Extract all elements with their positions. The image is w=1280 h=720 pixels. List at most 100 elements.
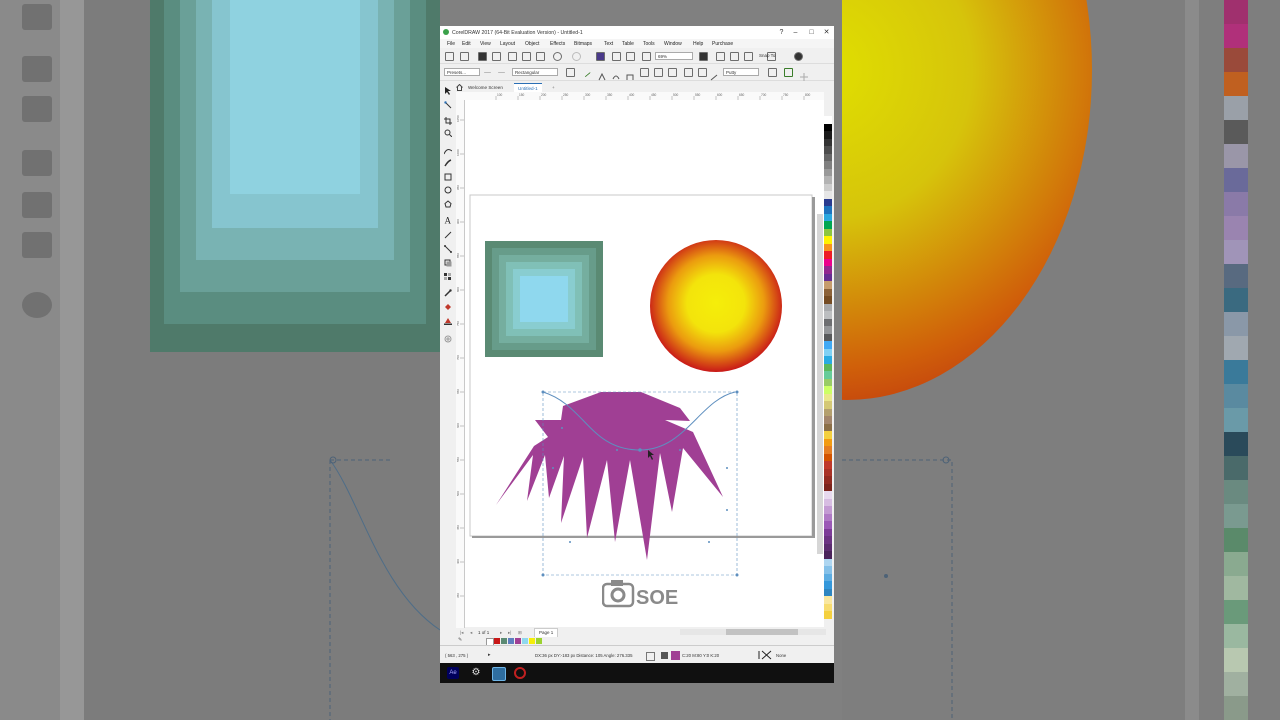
import-icon[interactable] xyxy=(612,52,621,61)
menu-object[interactable]: Object xyxy=(525,41,539,47)
options-gear-icon[interactable] xyxy=(794,52,803,61)
add-preset-icon[interactable] xyxy=(484,72,491,73)
envelope-unconstrained-icon[interactable] xyxy=(668,68,677,77)
remove-preset-icon[interactable] xyxy=(498,72,505,73)
horizontal-scrollbar-thumb[interactable] xyxy=(726,629,798,635)
menu-purchase[interactable]: Purchase xyxy=(712,41,733,47)
settings-gear-icon[interactable]: ⚙ xyxy=(470,667,482,679)
line-segment-icon[interactable] xyxy=(598,68,606,81)
swatch-lime[interactable] xyxy=(536,638,542,644)
search-content-icon[interactable] xyxy=(596,52,605,61)
fill-icon[interactable] xyxy=(646,652,655,661)
nested-square-shape[interactable] xyxy=(485,241,603,357)
envelope-mode-dropdown[interactable]: Rectangular xyxy=(512,68,558,76)
menu-file[interactable]: File xyxy=(447,41,455,47)
menu-text[interactable]: Text xyxy=(604,41,613,47)
publish-pdf-icon[interactable] xyxy=(642,52,651,61)
copy-envelope-icon[interactable] xyxy=(784,68,793,77)
artistic-media-icon[interactable] xyxy=(444,159,452,167)
vertical-scrollbar[interactable] xyxy=(817,214,823,554)
menu-layout[interactable]: Layout xyxy=(500,41,515,47)
drawing-canvas[interactable] xyxy=(465,100,824,627)
menu-window[interactable]: Window xyxy=(664,41,682,47)
swatch-light-blue[interactable] xyxy=(522,638,528,644)
keep-lines-icon[interactable] xyxy=(768,68,777,77)
smart-fill-icon[interactable] xyxy=(444,317,452,325)
shape-tool-icon[interactable] xyxy=(444,101,452,109)
first-page-icon[interactable]: |◂ xyxy=(460,630,463,636)
radial-gradient-circle[interactable] xyxy=(650,240,782,372)
add-node-icon[interactable] xyxy=(566,68,575,77)
help-icon[interactable]: ? xyxy=(776,27,787,38)
maximize-button[interactable]: □ xyxy=(806,27,817,38)
swatch-green[interactable] xyxy=(501,638,507,644)
add-page-icon[interactable]: ⊞ xyxy=(518,630,522,636)
undo-icon[interactable] xyxy=(553,52,562,61)
outline-none-icon[interactable] xyxy=(758,650,772,660)
close-button[interactable]: ✕ xyxy=(821,27,832,38)
envelope-double-arc-icon[interactable] xyxy=(654,68,663,77)
node-symmetrical-icon[interactable] xyxy=(684,68,693,77)
snap-to-dropdown[interactable]: Snap To xyxy=(757,52,787,60)
mapping-mode-dropdown[interactable]: Putty xyxy=(723,68,759,76)
polygon-tool-icon[interactable] xyxy=(444,200,452,208)
palette-swatch[interactable] xyxy=(824,611,832,619)
add-tool-icon[interactable] xyxy=(444,335,452,343)
zoom-tool-icon[interactable] xyxy=(444,129,452,137)
add-tab-button[interactable]: + xyxy=(548,83,559,92)
full-screen-icon[interactable] xyxy=(699,52,708,61)
minimize-button[interactable]: – xyxy=(790,27,801,38)
show-rulers-icon[interactable] xyxy=(716,52,725,61)
cut-icon[interactable] xyxy=(508,52,517,61)
text-tool-icon[interactable]: A xyxy=(444,216,452,224)
interactive-fill-icon[interactable] xyxy=(444,303,452,311)
horizontal-scrollbar-track[interactable] xyxy=(680,629,826,635)
home-icon[interactable] xyxy=(456,83,463,91)
drop-shadow-icon[interactable] xyxy=(444,259,452,267)
paste-icon[interactable] xyxy=(536,52,545,61)
node-smooth-icon[interactable] xyxy=(698,68,707,77)
record-icon[interactable] xyxy=(514,667,526,679)
swatch-yellow[interactable] xyxy=(529,638,535,644)
save-icon[interactable] xyxy=(478,52,487,61)
next-page-icon[interactable]: ▸ xyxy=(500,630,502,636)
menu-effects[interactable]: Effects xyxy=(550,41,565,47)
swatch-purple[interactable] xyxy=(515,638,521,644)
transparency-tool-icon[interactable] xyxy=(444,273,452,281)
create-from-icon[interactable] xyxy=(800,68,808,81)
tab-welcome-screen[interactable]: Welcome Screen xyxy=(464,83,507,92)
envelope-straight-icon[interactable] xyxy=(626,68,634,80)
eyedropper-tool-icon[interactable] xyxy=(444,289,452,297)
redo-icon[interactable] xyxy=(572,52,581,61)
menu-edit[interactable]: Edit xyxy=(462,41,471,47)
menu-tools[interactable]: Tools xyxy=(643,41,655,47)
menu-table[interactable]: Table xyxy=(622,41,634,47)
fill-tool-icon[interactable] xyxy=(661,652,668,659)
menu-view[interactable]: View xyxy=(480,41,491,47)
swatch-red[interactable] xyxy=(494,638,500,644)
after-effects-icon[interactable]: Ae xyxy=(447,667,459,679)
open-icon[interactable] xyxy=(460,52,469,61)
menu-bitmaps[interactable]: Bitmaps xyxy=(574,41,592,47)
eyedropper-icon[interactable]: ✎ xyxy=(458,637,462,643)
menu-help[interactable]: Help xyxy=(693,41,703,47)
connector-tool-icon[interactable] xyxy=(444,245,452,253)
rectangle-tool-icon[interactable] xyxy=(444,173,452,181)
crop-tool-icon[interactable] xyxy=(444,117,452,125)
color-palette[interactable] xyxy=(824,116,832,626)
export-icon[interactable] xyxy=(626,52,635,61)
swatch-blue[interactable] xyxy=(508,638,514,644)
copy-icon[interactable] xyxy=(522,52,531,61)
print-icon[interactable] xyxy=(492,52,501,61)
prev-page-icon[interactable]: ◂ xyxy=(470,630,472,636)
desktop-icon[interactable] xyxy=(492,667,506,681)
ellipse-tool-icon[interactable] xyxy=(444,186,452,194)
zoom-level-field[interactable]: 69% xyxy=(655,52,693,60)
status-play-icon[interactable]: ▸ xyxy=(488,652,491,658)
parallel-dimension-icon[interactable] xyxy=(444,231,452,239)
last-page-icon[interactable]: ▸| xyxy=(508,630,511,636)
pick-tool-icon[interactable] xyxy=(444,87,452,95)
show-grid-icon[interactable] xyxy=(730,52,739,61)
envelope-single-arc-icon[interactable] xyxy=(640,68,649,77)
freehand-tool-icon[interactable] xyxy=(444,147,452,155)
